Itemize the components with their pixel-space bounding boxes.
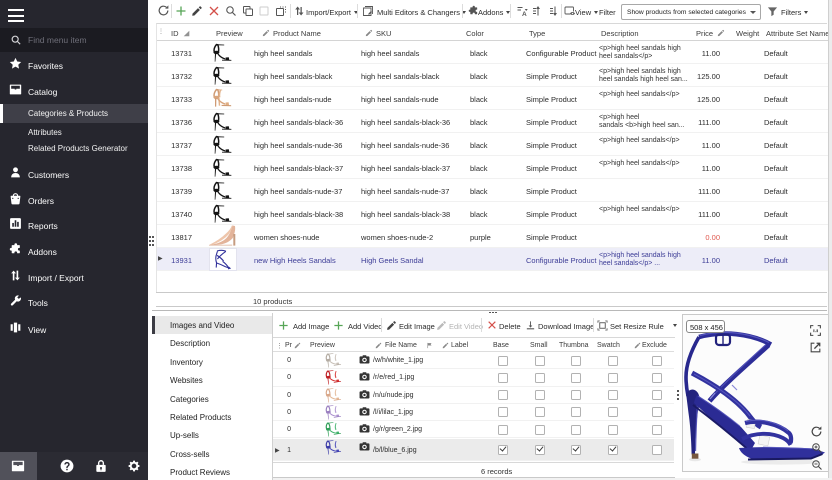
svg-text:A: A (522, 11, 527, 17)
